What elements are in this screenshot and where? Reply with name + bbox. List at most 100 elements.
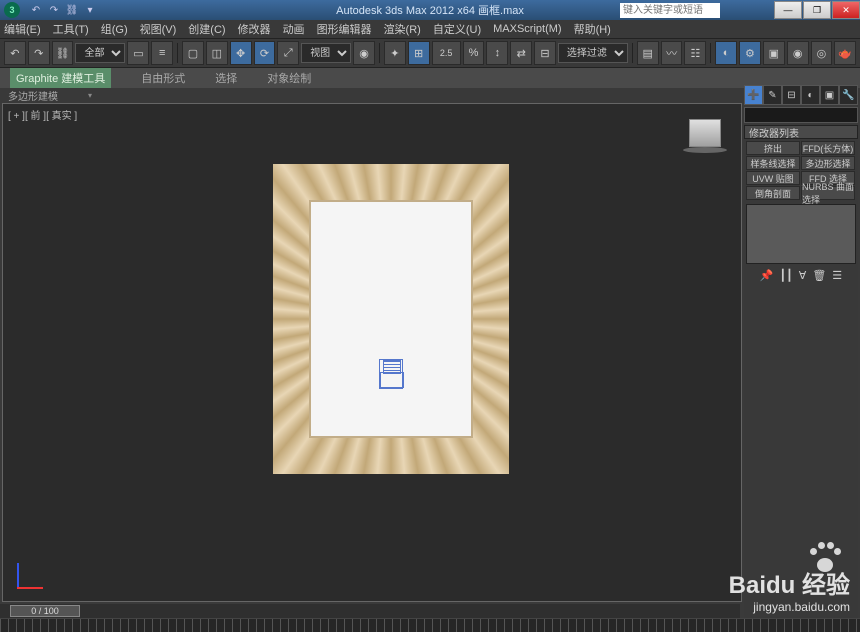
- material-editor-button[interactable]: ◐: [715, 41, 737, 65]
- tab-freeform[interactable]: 自由形式: [141, 70, 185, 86]
- qat-dropdown-icon[interactable]: ▾: [82, 2, 98, 18]
- menu-maxscript[interactable]: MAXScript(M): [493, 23, 561, 35]
- frame-border: [273, 164, 509, 474]
- undo-button[interactable]: ↶: [4, 41, 26, 65]
- modifier-uvw-map[interactable]: UVW 贴图: [746, 171, 800, 185]
- menu-edit[interactable]: 编辑(E): [4, 21, 41, 37]
- scene-object-picture-frame[interactable]: [273, 164, 509, 474]
- ribbon-panel-label: 多边形建模: [8, 88, 58, 103]
- tab-motion[interactable]: ◐: [801, 85, 820, 105]
- render-setup-button[interactable]: ⚙: [739, 41, 761, 65]
- tab-hierarchy[interactable]: ⊟: [782, 85, 801, 105]
- tab-modify[interactable]: ✎: [763, 85, 782, 105]
- watermark: Baidu 经验 jingyan.baidu.com: [729, 565, 850, 614]
- separator: [632, 43, 633, 63]
- modifier-bevel-profile[interactable]: 倒角剖面: [746, 186, 800, 200]
- redo-icon[interactable]: ↷: [46, 2, 62, 18]
- modifier-list-rollout[interactable]: 修改器列表: [744, 125, 858, 139]
- selection-filter[interactable]: 全部: [75, 43, 125, 63]
- manipulate-button[interactable]: ✦: [384, 41, 406, 65]
- pin-stack-icon[interactable]: 📌: [760, 269, 774, 282]
- axis-z: [17, 563, 19, 589]
- rendered-frame-button[interactable]: ▣: [763, 41, 785, 65]
- tab-object-paint[interactable]: 对象绘制: [267, 70, 311, 86]
- named-selection-sets[interactable]: 选择过滤: [558, 43, 628, 63]
- viewcube[interactable]: [689, 119, 721, 147]
- spinner-snap-button[interactable]: ↕: [486, 41, 508, 65]
- select-button[interactable]: ▢: [182, 41, 204, 65]
- maximize-button[interactable]: ❐: [803, 1, 831, 19]
- menu-group[interactable]: 组(G): [101, 21, 128, 37]
- help-search-input[interactable]: [620, 3, 720, 18]
- menu-views[interactable]: 视图(V): [140, 21, 177, 37]
- modifier-extrude[interactable]: 挤出: [746, 141, 800, 155]
- watermark-url: jingyan.baidu.com: [729, 600, 850, 614]
- modifier-poly-select[interactable]: 多边形选择: [801, 156, 855, 170]
- layer-manager-button[interactable]: ▤: [637, 41, 659, 65]
- menu-bar: 编辑(E) 工具(T) 组(G) 视图(V) 创建(C) 修改器 动画 图形编辑…: [0, 20, 860, 38]
- show-end-result-icon[interactable]: ┃┃: [780, 269, 793, 282]
- configure-sets-icon[interactable]: ☰: [832, 269, 842, 282]
- ref-coord-system[interactable]: 视图: [301, 43, 351, 63]
- close-button[interactable]: ✕: [832, 1, 860, 19]
- tab-utilities[interactable]: 🔧: [839, 85, 858, 105]
- link-icon[interactable]: ⛓: [64, 2, 80, 18]
- title-bar: 3 ↶ ↷ ⛓ ▾ Autodesk 3ds Max 2012 x64 画框.m…: [0, 0, 860, 20]
- frame-indicator[interactable]: 0 / 100: [10, 605, 80, 617]
- ribbon-expand-icon[interactable]: ▾: [88, 91, 92, 100]
- undo-icon[interactable]: ↶: [28, 2, 44, 18]
- menu-modifiers[interactable]: 修改器: [238, 21, 271, 37]
- tab-graphite-modeling[interactable]: Graphite 建模工具: [10, 68, 111, 88]
- viewport-label[interactable]: [ + ][ 前 ][ 真实 ]: [8, 107, 77, 122]
- menu-create[interactable]: 创建(C): [188, 21, 225, 37]
- menu-help[interactable]: 帮助(H): [574, 21, 611, 37]
- modifier-ffd-box[interactable]: FFD(长方体): [801, 141, 855, 155]
- render-production-button[interactable]: ◉: [787, 41, 809, 65]
- mirror-button[interactable]: ⇄: [510, 41, 532, 65]
- remove-modifier-icon[interactable]: 🗑: [812, 269, 826, 282]
- separator: [379, 43, 380, 63]
- menu-customize[interactable]: 自定义(U): [433, 21, 481, 37]
- app-icon[interactable]: 3: [4, 2, 20, 18]
- angle-snap-button[interactable]: 2.5: [432, 41, 461, 65]
- time-slider[interactable]: 0 / 100: [0, 604, 740, 618]
- tab-selection[interactable]: 选择: [215, 70, 237, 86]
- tab-display[interactable]: ▣: [820, 85, 839, 105]
- pivot-button[interactable]: ◉: [353, 41, 375, 65]
- camera-gizmo[interactable]: [379, 359, 403, 389]
- percent-snap-button[interactable]: %: [463, 41, 485, 65]
- window-crossing-button[interactable]: ◫: [206, 41, 228, 65]
- make-unique-icon[interactable]: ∀: [799, 269, 807, 282]
- scale-button[interactable]: ⤢: [277, 41, 299, 65]
- select-by-name-button[interactable]: ≡: [151, 41, 173, 65]
- move-button[interactable]: ✥: [230, 41, 252, 65]
- menu-rendering[interactable]: 渲染(R): [384, 21, 421, 37]
- ribbon-panel: 多边形建模 ▾: [0, 88, 860, 103]
- stack-tools: 📌 ┃┃ ∀ 🗑 ☰: [744, 266, 858, 284]
- tab-create[interactable]: ➕: [744, 85, 763, 105]
- window-title: Autodesk 3ds Max 2012 x64 画框.max: [336, 2, 524, 18]
- schematic-view-button[interactable]: ☷: [684, 41, 706, 65]
- teapot-icon[interactable]: 🫖: [834, 41, 856, 65]
- object-name-field[interactable]: [744, 107, 858, 123]
- menu-graph-editors[interactable]: 图形编辑器: [317, 21, 372, 37]
- rotate-button[interactable]: ⟳: [254, 41, 276, 65]
- modifier-nurbs-surf-select[interactable]: NURBS 曲面选择: [801, 186, 855, 200]
- modifier-spline-select[interactable]: 样条线选择: [746, 156, 800, 170]
- align-button[interactable]: ⊟: [534, 41, 556, 65]
- snap-toggle-button[interactable]: ⊞: [408, 41, 430, 65]
- redo-button[interactable]: ↷: [28, 41, 50, 65]
- menu-animation[interactable]: 动画: [283, 21, 305, 37]
- link-button[interactable]: ⛓: [52, 41, 74, 65]
- render-iterative-button[interactable]: ◎: [811, 41, 833, 65]
- ribbon-tabs: Graphite 建模工具 自由形式 选择 对象绘制: [0, 68, 860, 88]
- menu-tools[interactable]: 工具(T): [53, 21, 89, 37]
- track-bar[interactable]: [0, 618, 860, 632]
- viewport[interactable]: [ + ][ 前 ][ 真实 ]: [2, 103, 742, 602]
- modifier-stack[interactable]: [746, 204, 856, 264]
- curve-editor-button[interactable]: 〰: [661, 41, 683, 65]
- axis-x: [17, 587, 43, 589]
- select-object-button[interactable]: ▭: [127, 41, 149, 65]
- window-controls: — ❐ ✕: [773, 1, 860, 19]
- minimize-button[interactable]: —: [774, 1, 802, 19]
